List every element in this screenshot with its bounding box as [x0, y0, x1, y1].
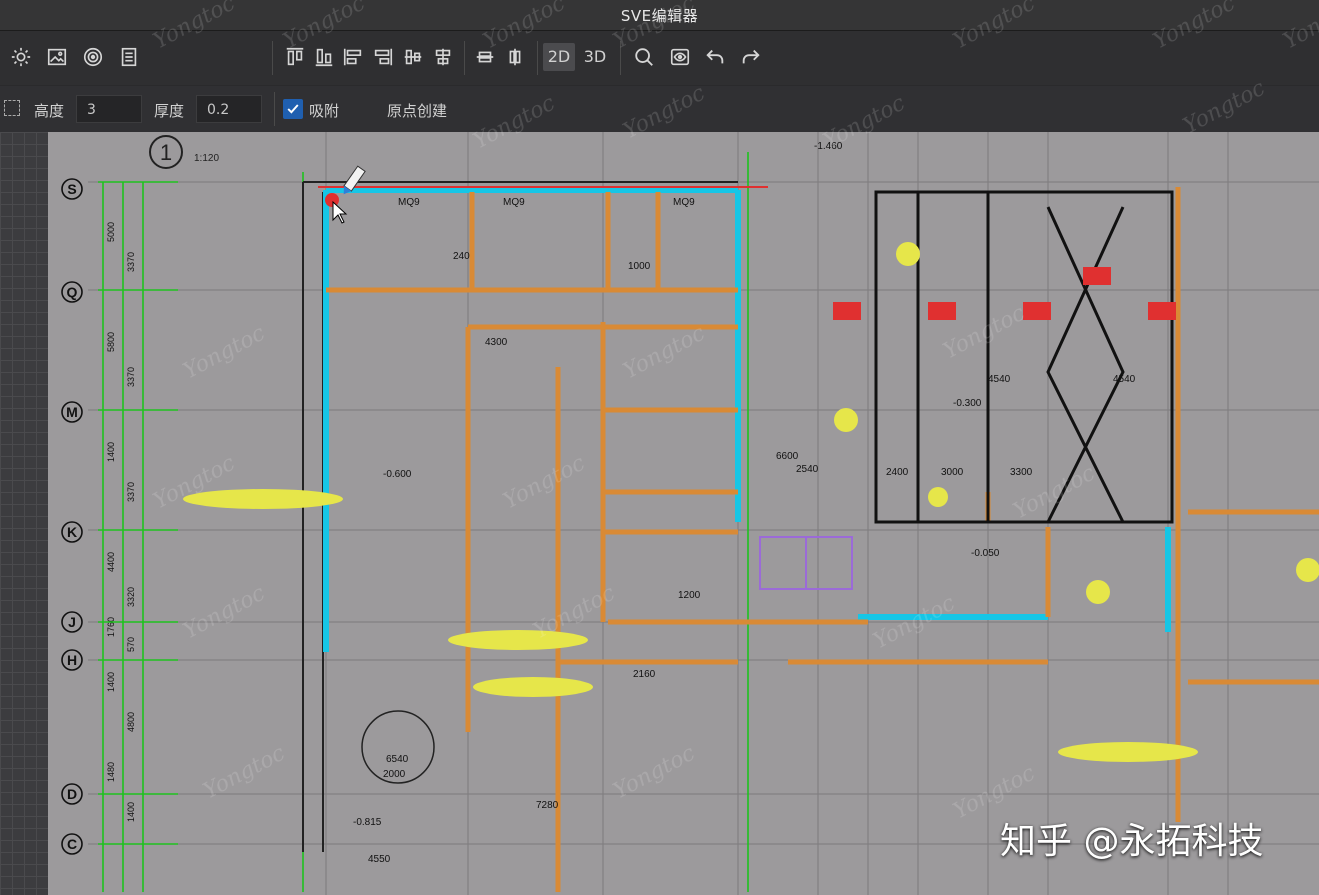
label-level-b: -0.300 [953, 398, 982, 409]
snap-label: 吸附 [309, 102, 340, 120]
label-2540: 2540 [796, 464, 819, 475]
label-4300: 4300 [485, 337, 508, 348]
label-3000: 3000 [941, 467, 964, 478]
label-4540-b: 4540 [1113, 374, 1136, 385]
left-dimension-label: 4400 [106, 552, 116, 572]
svg-text:D: D [67, 786, 77, 802]
label-2400: 2400 [886, 467, 909, 478]
align-bottom-icon[interactable] [309, 42, 339, 72]
selection-icon[interactable] [4, 100, 20, 116]
left-dimension-label: 3320 [126, 587, 136, 607]
left-dimension-label: 1760 [106, 617, 116, 637]
label-level-c: -0.050 [971, 548, 1000, 559]
label-1200: 1200 [678, 590, 701, 601]
left-dimension-label: 5000 [106, 222, 116, 242]
mode-3d-button[interactable]: 3D [579, 43, 611, 71]
view-scale: 1:120 [194, 153, 219, 164]
toolbar-separator [620, 41, 621, 75]
svg-text:H: H [67, 652, 77, 668]
label-6540: 6540 [386, 754, 409, 765]
label-2000: 2000 [383, 769, 406, 780]
align-right-icon[interactable] [368, 42, 398, 72]
snap-checkbox[interactable] [283, 99, 303, 119]
toolbar-separator [537, 41, 538, 75]
drawing-canvas[interactable]: 1 1:120 S Q M K J H D C 5000 3370 5800 3370 1400 337… [0, 132, 1319, 895]
label-3300: 3300 [1010, 467, 1033, 478]
image-icon[interactable] [42, 42, 72, 72]
document-icon[interactable] [114, 42, 144, 72]
propbar-separator [274, 92, 275, 126]
left-dimension-label: 3370 [126, 367, 136, 387]
label-level-d: -0.815 [353, 817, 382, 828]
label-mq9-a: MQ9 [398, 197, 420, 208]
svg-text:Q: Q [67, 284, 78, 300]
thickness-input[interactable]: 0.2 [196, 95, 262, 123]
left-ruler [0, 132, 48, 895]
distribute-h-icon[interactable] [470, 42, 500, 72]
left-dimension-label: 1400 [106, 442, 116, 462]
label-4540-a: 4540 [988, 374, 1011, 385]
label-1000: 1000 [628, 261, 651, 272]
left-dimension-label: 1480 [106, 762, 116, 782]
redo-icon[interactable] [736, 42, 766, 72]
left-dimension-label: 4800 [126, 712, 136, 732]
svg-text:S: S [67, 181, 76, 197]
align-center-h-icon[interactable] [428, 42, 458, 72]
label-7280: 7280 [536, 800, 559, 811]
origin-create-label[interactable]: 原点创建 [387, 100, 447, 121]
sun-icon[interactable] [6, 42, 36, 72]
distribute-v-icon[interactable] [500, 42, 530, 72]
view-number: 1 [160, 140, 172, 165]
window-title: SVE编辑器 [620, 7, 699, 25]
left-dimension-label: 3370 [126, 482, 136, 502]
title-bar: SVE编辑器 [0, 0, 1319, 31]
search-icon[interactable] [629, 42, 659, 72]
svg-text:K: K [67, 524, 77, 540]
thickness-label: 厚度 [154, 102, 185, 120]
left-dimension-label: 5800 [106, 332, 116, 352]
label-6600: 6600 [776, 451, 799, 462]
check-icon [287, 104, 299, 114]
toolbar-separator [464, 41, 465, 75]
draw-point [325, 193, 339, 207]
drawing-background [48, 132, 1319, 895]
left-dimension-label: 1400 [126, 802, 136, 822]
toolbar: 2D 3D [0, 31, 1319, 85]
align-center-v-icon[interactable] [398, 42, 428, 72]
label-240: 240 [453, 251, 470, 262]
align-top-icon[interactable] [280, 42, 310, 72]
floor-plan-drawing[interactable]: 1 1:120 S Q M K J H D C 5000 3370 5800 3370 1400 337… [48, 132, 1319, 895]
label-2160: 2160 [633, 669, 656, 680]
height-label: 高度 [34, 102, 65, 120]
align-left-icon[interactable] [338, 42, 368, 72]
property-bar: 高度 3 厚度 0.2 吸附 原点创建 [0, 86, 1319, 132]
height-input[interactable]: 3 [76, 95, 142, 123]
undo-icon[interactable] [700, 42, 730, 72]
mode-2d-button[interactable]: 2D [543, 43, 575, 71]
svg-text:J: J [68, 614, 76, 630]
label-mq9-b: MQ9 [503, 197, 525, 208]
label-level-e: -1.460 [814, 141, 843, 152]
left-dimension-label: 570 [126, 637, 136, 652]
left-dimension-label: 1400 [106, 672, 116, 692]
view-icon[interactable] [665, 42, 695, 72]
left-dimension-label: 3370 [126, 252, 136, 272]
label-level-a: -0.600 [383, 469, 412, 480]
svg-text:C: C [67, 836, 77, 852]
label-mq9-c: MQ9 [673, 197, 695, 208]
toolbar-separator [272, 41, 273, 75]
svg-text:M: M [66, 404, 78, 420]
zhihu-watermark: 知乎 @永拓科技 [1000, 821, 1264, 862]
label-4550: 4550 [368, 854, 391, 865]
target-icon[interactable] [78, 42, 108, 72]
